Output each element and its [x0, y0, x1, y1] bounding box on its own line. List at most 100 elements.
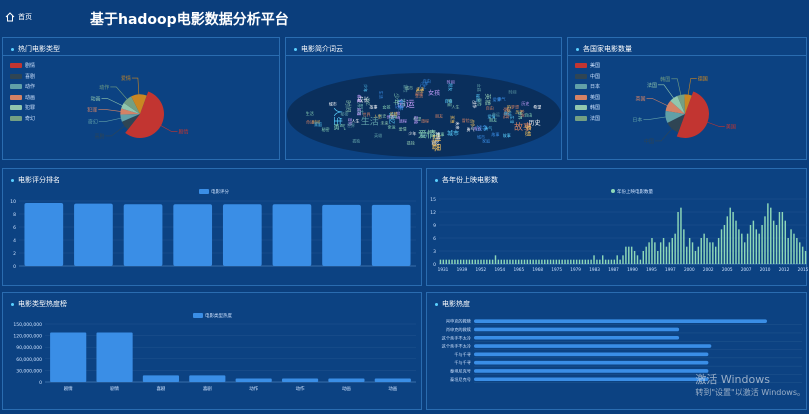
- bar: [686, 246, 688, 264]
- legend-swatch: [199, 189, 209, 194]
- windows-watermark: 激活 Windows 转到"设置"以激活 Windows。: [695, 371, 805, 398]
- cloud-word: 城市: [329, 101, 337, 107]
- y-tick-label: 12: [430, 210, 436, 216]
- cloud-word: 自由: [486, 105, 494, 111]
- bar: [778, 212, 781, 264]
- cloud-word: 希望: [533, 104, 541, 110]
- word-cloud: 人生爱情故事生活命运世界时间历史战争城市少年家庭朋友女孩梦想英雄成长 未来记忆勇气…: [287, 73, 561, 157]
- bar: [497, 259, 500, 264]
- slice-label: 德国: [698, 75, 708, 82]
- cloud-word: 少年: [408, 130, 416, 136]
- bar: [173, 204, 213, 266]
- bar: [555, 259, 558, 264]
- cloud-word: 朋友: [448, 83, 454, 91]
- bar: [445, 259, 447, 264]
- home-icon: [5, 12, 15, 22]
- bar: [442, 259, 445, 264]
- x-tick-label: 1975: [551, 267, 562, 272]
- bar: [772, 220, 775, 264]
- x-tick-label: 1939: [457, 267, 468, 272]
- cloud-word: 勇气: [466, 126, 474, 132]
- cloud-word: 人生: [374, 113, 382, 119]
- bar: [596, 259, 598, 264]
- bar: [451, 259, 453, 264]
- watermark-line1: 激活 Windows: [695, 373, 770, 386]
- label-line: [98, 117, 122, 122]
- bar: [648, 242, 650, 264]
- cloud-word: 历史: [521, 100, 529, 106]
- bar: [749, 225, 752, 264]
- cloud-word: 英雄: [483, 93, 491, 105]
- cloud-word: 秘密: [341, 111, 349, 117]
- bar: [790, 229, 792, 264]
- y-tick-label: 9: [433, 223, 436, 229]
- cloud-word: 冒险: [477, 98, 483, 106]
- bar: [593, 255, 595, 264]
- cloud-word: 城市: [405, 84, 413, 90]
- bar: [738, 229, 740, 264]
- bar: [703, 233, 705, 264]
- y-tick-label: 千与千寻: [454, 351, 471, 358]
- y-tick-label: 15: [430, 197, 436, 203]
- x-tick-label: 1965: [513, 267, 524, 272]
- cloud-word: 战争: [389, 113, 397, 119]
- bar: [483, 259, 485, 264]
- slice-label: 爱情: [121, 75, 131, 82]
- bar: [272, 204, 312, 266]
- slice-label: 中国: [644, 138, 654, 145]
- bar-chart: 0 3 6 9 12 15 1931 1939 1952 1954 1965 1968 1975 1979…: [430, 188, 808, 272]
- label-line: [131, 77, 140, 96]
- x-tick-label: 喜剧: [156, 385, 165, 392]
- bar: [322, 204, 361, 266]
- cloud-word: 生活: [378, 91, 384, 99]
- bar: [706, 238, 708, 264]
- bar: [668, 242, 671, 264]
- cloud-word: 旅程: [421, 118, 429, 124]
- slice-label: 喜剧: [94, 133, 104, 140]
- bar: [601, 255, 604, 264]
- bar: [770, 207, 772, 264]
- panel-rating: 电影评分排名 0 2 4 6 8 10 电影评分: [2, 168, 422, 286]
- pie-chart: 剧情喜剧 奇幻 犯罪 动画 动作 爱情: [87, 75, 188, 140]
- bar: [590, 259, 592, 264]
- bar: [552, 259, 555, 264]
- bar: [796, 238, 798, 264]
- bar: [799, 242, 801, 264]
- bar: [625, 246, 627, 264]
- cloud-word: 未来: [416, 85, 424, 91]
- x-tick-label: 2007: [741, 267, 752, 272]
- slice-label: 动画: [90, 96, 100, 103]
- y-tick-label: 0: [433, 262, 436, 268]
- cloud-word: 时间: [344, 100, 352, 112]
- bar: [222, 204, 262, 266]
- bar: [587, 259, 589, 264]
- bar: [659, 242, 662, 264]
- bar: [784, 220, 786, 264]
- bar: [700, 238, 702, 264]
- bar: [697, 246, 700, 264]
- bar: [665, 246, 668, 264]
- bar: [636, 255, 639, 264]
- bar: [801, 246, 804, 264]
- panel-genre-heat: 电影类型热度榜 0 30,000,000 60,000,000 90,000,000 1…: [2, 292, 422, 410]
- bar: [488, 259, 491, 264]
- bar: [622, 255, 624, 264]
- x-tick-label: 1987: [608, 267, 619, 272]
- x-tick-label: 动画: [342, 385, 351, 392]
- y-tick-label: 120,000,000: [13, 334, 42, 340]
- bar: [619, 259, 621, 264]
- home-link[interactable]: 首页: [5, 12, 32, 22]
- slice-label: 美国: [726, 123, 736, 130]
- slice-label: 法国: [647, 82, 657, 89]
- cloud-word: 故事: [491, 131, 499, 137]
- bar: [491, 259, 494, 264]
- bar: [538, 259, 540, 264]
- x-tick-label: 1931: [438, 267, 449, 272]
- x-tick-label: 动作: [249, 385, 258, 392]
- y-tick-label: 泰坦尼克号: [450, 376, 471, 383]
- x-tick-label: 剧情: [64, 385, 73, 392]
- bar: [729, 207, 731, 264]
- x-tick-label: 2010: [760, 267, 771, 272]
- cloud-word: 朋友: [489, 117, 497, 123]
- panel-genre: 热门电影类型 剧情 喜剧 动作 动画 犯罪 奇幻 剧情 喜剧 奇幻 犯罪 动画 动作 爱情: [2, 37, 280, 160]
